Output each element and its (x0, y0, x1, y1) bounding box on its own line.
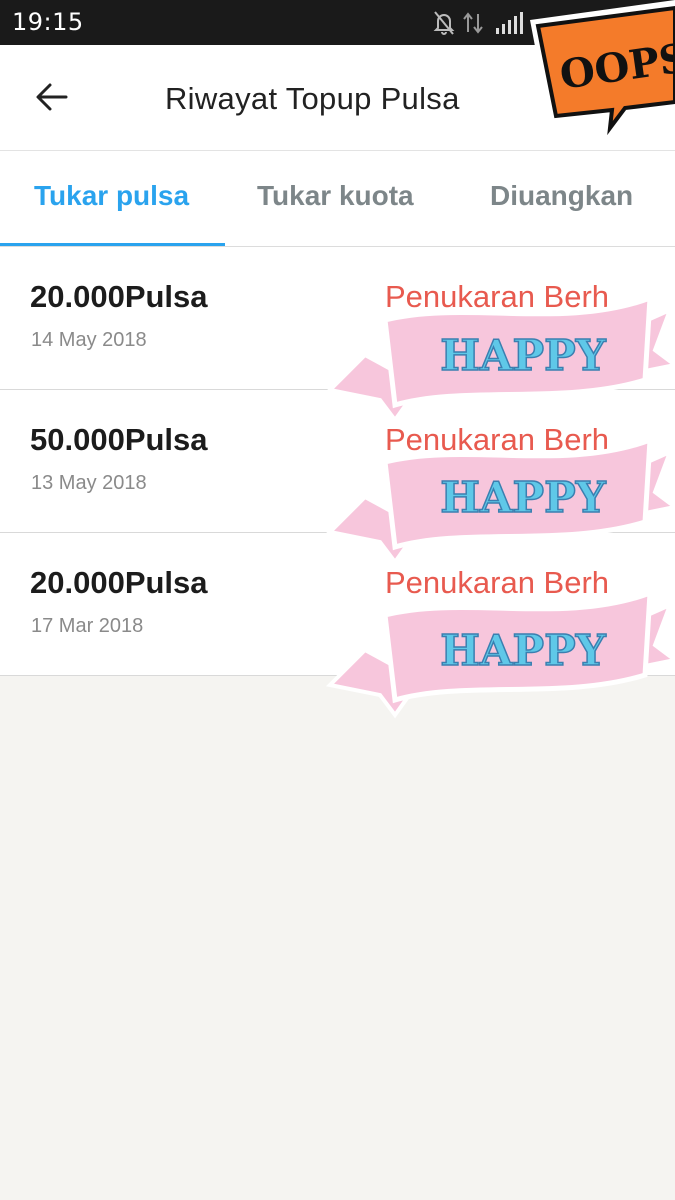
back-button[interactable] (30, 77, 74, 121)
item-amount: 50.000Pulsa (30, 422, 208, 457)
happy-ribbon-sticker: HAPPY (325, 589, 675, 719)
data-transfer-icon (463, 12, 483, 34)
tab-tukar-pulsa[interactable]: Tukar pulsa (34, 180, 189, 212)
ribbon-text: HAPPY (440, 473, 606, 522)
happy-ribbon-sticker: HAPPY (325, 294, 675, 424)
item-date: 13 May 2018 (31, 472, 147, 494)
happy-ribbon-sticker: HAPPY (325, 436, 675, 566)
oops-sticker: OOPS (530, 0, 675, 140)
item-date: 17 Mar 2018 (31, 615, 144, 637)
item-amount: 20.000Pulsa (30, 279, 208, 314)
ribbon-text: HAPPY (440, 626, 606, 675)
page-title: Riwayat Topup Pulsa (165, 81, 460, 116)
item-amount: 20.000Pulsa (30, 565, 208, 600)
status-time: 19:15 (12, 8, 84, 36)
tab-tukar-kuota[interactable]: Tukar kuota (257, 180, 414, 212)
item-date: 14 May 2018 (31, 329, 147, 351)
active-tab-indicator (0, 243, 225, 246)
tab-bar: Tukar pulsa Tukar kuota Diuangkan (0, 151, 675, 247)
ribbon-text: HAPPY (440, 331, 606, 380)
tab-diuangkan[interactable]: Diuangkan (490, 180, 633, 212)
notifications-off-icon (433, 11, 455, 35)
back-arrow-icon (36, 83, 68, 111)
